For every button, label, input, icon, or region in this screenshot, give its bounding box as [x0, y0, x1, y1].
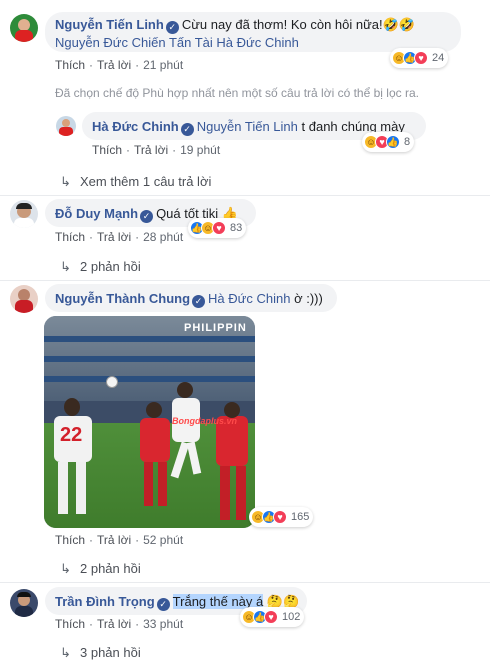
laughing-emoji-icon: 🤣🤣: [382, 17, 416, 32]
avatar[interactable]: [10, 589, 38, 617]
reaction-summary[interactable]: 👍 ☺ ♥ 83: [188, 218, 247, 238]
comment-actions: Thích · Trả lời · 52 phút: [55, 533, 184, 547]
view-more-replies[interactable]: ↳ Xem thêm 1 câu trả lời: [60, 174, 211, 190]
view-replies[interactable]: ↳ 2 phản hồi: [60, 259, 141, 275]
reply-link[interactable]: Trả lời: [97, 533, 131, 547]
like-link[interactable]: Thích: [92, 143, 122, 157]
reply-link[interactable]: Trả lời: [134, 143, 168, 157]
like-link[interactable]: Thích: [55, 230, 85, 244]
love-icon: ♥: [212, 221, 226, 235]
comment-tags[interactable]: Nguyễn Đức Chiến Tấn Tài Hà Đức Chinh: [55, 34, 451, 51]
verified-icon: ✓: [165, 21, 179, 34]
comment-actions: Thích · Trả lời · 33 phút: [55, 617, 184, 631]
reply-arrow-icon: ↳: [60, 259, 71, 274]
like-link[interactable]: Thích: [55, 617, 85, 631]
reaction-summary[interactable]: ☺ 👍 ♥ 24: [390, 48, 449, 68]
reply-arrow-icon: ↳: [60, 645, 71, 660]
reply-link[interactable]: Trả lời: [97, 58, 131, 72]
reaction-summary[interactable]: ☺ 👍 ♥ 102: [240, 607, 305, 627]
reply-arrow-icon: ↳: [60, 561, 71, 576]
timestamp[interactable]: 21 phút: [143, 58, 183, 72]
jersey-number: 22: [60, 424, 83, 446]
reaction-count: 83: [230, 222, 243, 234]
reply-arrow-icon: ↳: [60, 174, 71, 189]
comment-author[interactable]: Đỗ Duy Mạnh: [55, 206, 138, 221]
verified-icon: ✓: [192, 295, 206, 308]
timestamp[interactable]: 28 phút: [143, 230, 183, 244]
divider: [0, 195, 490, 196]
filter-note: Đã chọn chế độ Phù hợp nhất nên một số c…: [55, 86, 419, 100]
reaction-count: 102: [282, 611, 301, 623]
timestamp[interactable]: 33 phút: [143, 617, 183, 631]
comment-author[interactable]: Nguyễn Thành Chung: [55, 291, 190, 306]
like-link[interactable]: Thích: [55, 533, 85, 547]
comment-text: ờ :))): [294, 291, 323, 306]
view-replies[interactable]: ↳ 3 phản hồi: [60, 645, 141, 661]
photo-watermark: Bongdaplus.vn: [172, 416, 237, 426]
comment-tag[interactable]: Hà Đức Chinh: [208, 291, 290, 306]
reaction-summary[interactable]: ☺ ♥ 👍 8: [362, 132, 415, 152]
comment-author[interactable]: Nguyễn Tiến Linh: [55, 17, 164, 32]
divider: [0, 280, 490, 281]
verified-icon: ✓: [156, 598, 170, 611]
avatar[interactable]: [10, 285, 38, 313]
verified-icon: ✓: [140, 210, 154, 223]
avatar[interactable]: [10, 200, 38, 228]
comment-actions: Thích · Trả lời · 28 phút: [55, 230, 184, 244]
reaction-summary[interactable]: ☺ 👍 ♥ 165: [249, 507, 314, 527]
reaction-count: 24: [432, 52, 445, 64]
avatar[interactable]: [10, 14, 38, 42]
timestamp[interactable]: 52 phút: [143, 533, 183, 547]
love-icon: ♥: [273, 510, 287, 524]
view-replies[interactable]: ↳ 2 phản hồi: [60, 561, 141, 577]
verified-icon: ✓: [180, 123, 194, 136]
divider: [0, 582, 490, 583]
comment-bubble: Nguyễn Tiến Linh ✓ Cừu nay đã thơm! Ko còn…: [45, 12, 461, 52]
reply-actions: Thích · Trả lời · 19 phút: [92, 143, 221, 157]
reaction-count: 8: [404, 136, 411, 148]
like-icon: 👍: [386, 135, 400, 149]
stadium-banner: PHILIPPIN: [184, 322, 247, 334]
reply-author[interactable]: Hà Đức Chinh: [92, 119, 179, 134]
reply-tag[interactable]: Nguyễn Tiến Linh: [197, 119, 298, 134]
comment-photo[interactable]: PHILIPPIN 22 Bongdaplus.vn: [44, 316, 255, 528]
like-link[interactable]: Thích: [55, 58, 85, 72]
love-icon: ♥: [264, 610, 278, 624]
timestamp[interactable]: 19 phút: [180, 143, 220, 157]
love-icon: ♥: [414, 51, 428, 65]
comment-bubble: Nguyễn Thành Chung ✓ Hà Đức Chinh ờ :))): [45, 284, 337, 312]
reply-link[interactable]: Trả lời: [97, 230, 131, 244]
comment-author[interactable]: Trần Đình Trọng: [55, 594, 155, 609]
comment-text: Cừu nay đã thơm! Ko còn hôi nữa!: [181, 17, 383, 32]
avatar[interactable]: [56, 116, 76, 136]
comment-actions: Thích · Trả lời · 21 phút: [55, 58, 184, 72]
reaction-count: 165: [291, 511, 310, 523]
reply-link[interactable]: Trả lời: [97, 617, 131, 631]
